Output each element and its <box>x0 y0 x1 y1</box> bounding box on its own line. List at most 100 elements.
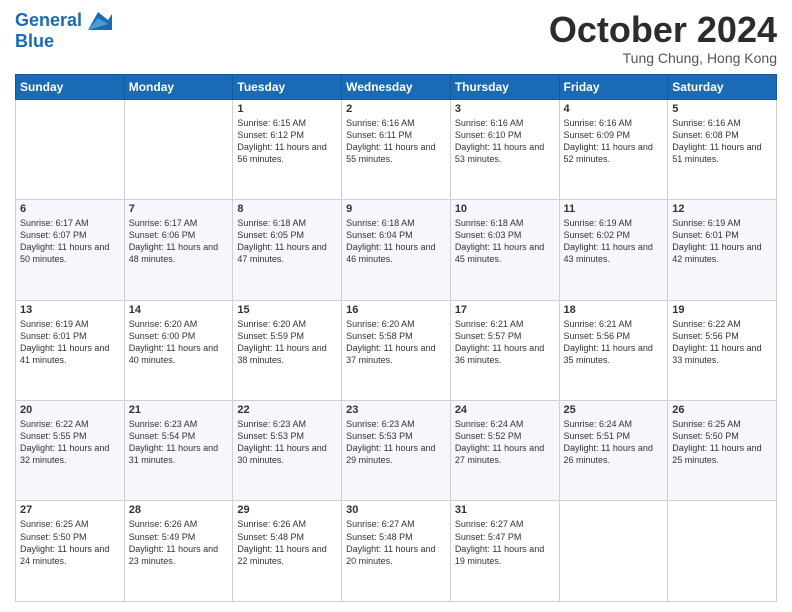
cell-details: Sunrise: 6:22 AM Sunset: 5:55 PM Dayligh… <box>20 418 120 467</box>
calendar-week-row: 20 Sunrise: 6:22 AM Sunset: 5:55 PM Dayli… <box>16 401 777 501</box>
cell-details: Sunrise: 6:25 AM Sunset: 5:50 PM Dayligh… <box>20 518 120 567</box>
calendar-week-row: 27 Sunrise: 6:25 AM Sunset: 5:50 PM Dayli… <box>16 501 777 602</box>
logo-icon <box>84 10 112 32</box>
page: General Blue October 2024 Tung Chung, Ho… <box>0 0 792 612</box>
table-row: 10 Sunrise: 6:18 AM Sunset: 6:03 PM Dayli… <box>450 200 559 300</box>
col-thursday: Thursday <box>450 74 559 99</box>
table-row: 3 Sunrise: 6:16 AM Sunset: 6:10 PM Daylig… <box>450 99 559 199</box>
cell-details: Sunrise: 6:18 AM Sunset: 6:03 PM Dayligh… <box>455 217 555 266</box>
cell-details: Sunrise: 6:15 AM Sunset: 6:12 PM Dayligh… <box>237 117 337 166</box>
table-row: 25Sunrise: 6:24 AM Sunset: 5:51 PM Dayli… <box>559 401 668 501</box>
table-row: 13 Sunrise: 6:19 AM Sunset: 6:01 PM Dayli… <box>16 300 125 400</box>
table-row <box>668 501 777 602</box>
day-number: 26 <box>672 404 772 416</box>
table-row: 29 Sunrise: 6:26 AM Sunset: 5:48 PM Dayli… <box>233 501 342 602</box>
cell-details: Sunrise: 6:21 AM Sunset: 5:57 PM Dayligh… <box>455 318 555 367</box>
cell-details: Sunrise: 6:24 AM Sunset: 5:52 PM Dayligh… <box>455 418 555 467</box>
col-monday: Monday <box>124 74 233 99</box>
day-number: 10 <box>455 203 555 215</box>
cell-details: Sunrise: 6:18 AM Sunset: 6:05 PM Dayligh… <box>237 217 337 266</box>
table-row: 24 Sunrise: 6:24 AM Sunset: 5:52 PM Dayli… <box>450 401 559 501</box>
calendar-week-row: 6Sunrise: 6:17 AM Sunset: 6:07 PM Daylig… <box>16 200 777 300</box>
cell-details: Sunrise: 6:17 AM Sunset: 6:06 PM Dayligh… <box>129 217 229 266</box>
col-sunday: Sunday <box>16 74 125 99</box>
table-row: 8 Sunrise: 6:18 AM Sunset: 6:05 PM Daylig… <box>233 200 342 300</box>
cell-details: Sunrise: 6:16 AM Sunset: 6:09 PM Dayligh… <box>564 117 664 166</box>
table-row: 20 Sunrise: 6:22 AM Sunset: 5:55 PM Dayli… <box>16 401 125 501</box>
table-row: 19 Sunrise: 6:22 AM Sunset: 5:56 PM Dayli… <box>668 300 777 400</box>
table-row: 5Sunrise: 6:16 AM Sunset: 6:08 PM Daylig… <box>668 99 777 199</box>
cell-details: Sunrise: 6:19 AM Sunset: 6:01 PM Dayligh… <box>20 318 120 367</box>
calendar-header-row: Sunday Monday Tuesday Wednesday Thursday… <box>16 74 777 99</box>
month-title: October 2024 <box>549 10 777 50</box>
table-row: 15 Sunrise: 6:20 AM Sunset: 5:59 PM Dayli… <box>233 300 342 400</box>
day-number: 3 <box>455 103 555 115</box>
col-friday: Friday <box>559 74 668 99</box>
table-row: 28 Sunrise: 6:26 AM Sunset: 5:49 PM Dayli… <box>124 501 233 602</box>
day-number: 18 <box>564 304 664 316</box>
day-number: 25 <box>564 404 664 416</box>
subtitle: Tung Chung, Hong Kong <box>549 50 777 66</box>
table-row <box>16 99 125 199</box>
day-number: 7 <box>129 203 229 215</box>
col-tuesday: Tuesday <box>233 74 342 99</box>
cell-details: Sunrise: 6:16 AM Sunset: 6:08 PM Dayligh… <box>672 117 772 166</box>
cell-details: Sunrise: 6:23 AM Sunset: 5:53 PM Dayligh… <box>237 418 337 467</box>
day-number: 28 <box>129 504 229 516</box>
cell-details: Sunrise: 6:22 AM Sunset: 5:56 PM Dayligh… <box>672 318 772 367</box>
day-number: 20 <box>20 404 120 416</box>
header: General Blue October 2024 Tung Chung, Ho… <box>15 10 777 66</box>
table-row <box>559 501 668 602</box>
day-number: 4 <box>564 103 664 115</box>
cell-details: Sunrise: 6:23 AM Sunset: 5:54 PM Dayligh… <box>129 418 229 467</box>
day-number: 30 <box>346 504 446 516</box>
table-row: 11Sunrise: 6:19 AM Sunset: 6:02 PM Dayli… <box>559 200 668 300</box>
cell-details: Sunrise: 6:16 AM Sunset: 6:11 PM Dayligh… <box>346 117 446 166</box>
day-number: 1 <box>237 103 337 115</box>
cell-details: Sunrise: 6:25 AM Sunset: 5:50 PM Dayligh… <box>672 418 772 467</box>
day-number: 14 <box>129 304 229 316</box>
day-number: 9 <box>346 203 446 215</box>
day-number: 29 <box>237 504 337 516</box>
cell-details: Sunrise: 6:20 AM Sunset: 5:59 PM Dayligh… <box>237 318 337 367</box>
cell-details: Sunrise: 6:16 AM Sunset: 6:10 PM Dayligh… <box>455 117 555 166</box>
day-number: 23 <box>346 404 446 416</box>
day-number: 13 <box>20 304 120 316</box>
day-number: 2 <box>346 103 446 115</box>
table-row: 26 Sunrise: 6:25 AM Sunset: 5:50 PM Dayli… <box>668 401 777 501</box>
table-row: 14Sunrise: 6:20 AM Sunset: 6:00 PM Dayli… <box>124 300 233 400</box>
table-row <box>124 99 233 199</box>
day-number: 8 <box>237 203 337 215</box>
table-row: 17Sunrise: 6:21 AM Sunset: 5:57 PM Dayli… <box>450 300 559 400</box>
table-row: 30Sunrise: 6:27 AM Sunset: 5:48 PM Dayli… <box>342 501 451 602</box>
day-number: 6 <box>20 203 120 215</box>
logo: General Blue <box>15 10 112 52</box>
table-row: 4 Sunrise: 6:16 AM Sunset: 6:09 PM Daylig… <box>559 99 668 199</box>
cell-details: Sunrise: 6:26 AM Sunset: 5:48 PM Dayligh… <box>237 518 337 567</box>
day-number: 27 <box>20 504 120 516</box>
table-row: 1 Sunrise: 6:15 AM Sunset: 6:12 PM Daylig… <box>233 99 342 199</box>
day-number: 31 <box>455 504 555 516</box>
table-row: 2 Sunrise: 6:16 AM Sunset: 6:11 PM Daylig… <box>342 99 451 199</box>
cell-details: Sunrise: 6:19 AM Sunset: 6:02 PM Dayligh… <box>564 217 664 266</box>
table-row: 12Sunrise: 6:19 AM Sunset: 6:01 PM Dayli… <box>668 200 777 300</box>
table-row: 23 Sunrise: 6:23 AM Sunset: 5:53 PM Dayli… <box>342 401 451 501</box>
col-wednesday: Wednesday <box>342 74 451 99</box>
table-row: 27 Sunrise: 6:25 AM Sunset: 5:50 PM Dayli… <box>16 501 125 602</box>
cell-details: Sunrise: 6:18 AM Sunset: 6:04 PM Dayligh… <box>346 217 446 266</box>
cell-details: Sunrise: 6:21 AM Sunset: 5:56 PM Dayligh… <box>564 318 664 367</box>
col-saturday: Saturday <box>668 74 777 99</box>
cell-details: Sunrise: 6:23 AM Sunset: 5:53 PM Dayligh… <box>346 418 446 467</box>
cell-details: Sunrise: 6:19 AM Sunset: 6:01 PM Dayligh… <box>672 217 772 266</box>
day-number: 24 <box>455 404 555 416</box>
day-number: 19 <box>672 304 772 316</box>
cell-details: Sunrise: 6:20 AM Sunset: 5:58 PM Dayligh… <box>346 318 446 367</box>
day-number: 15 <box>237 304 337 316</box>
table-row: 16 Sunrise: 6:20 AM Sunset: 5:58 PM Dayli… <box>342 300 451 400</box>
logo-blue-text: Blue <box>15 32 54 52</box>
cell-details: Sunrise: 6:26 AM Sunset: 5:49 PM Dayligh… <box>129 518 229 567</box>
day-number: 16 <box>346 304 446 316</box>
table-row: 22Sunrise: 6:23 AM Sunset: 5:53 PM Dayli… <box>233 401 342 501</box>
title-block: October 2024 Tung Chung, Hong Kong <box>549 10 777 66</box>
calendar-table: Sunday Monday Tuesday Wednesday Thursday… <box>15 74 777 602</box>
